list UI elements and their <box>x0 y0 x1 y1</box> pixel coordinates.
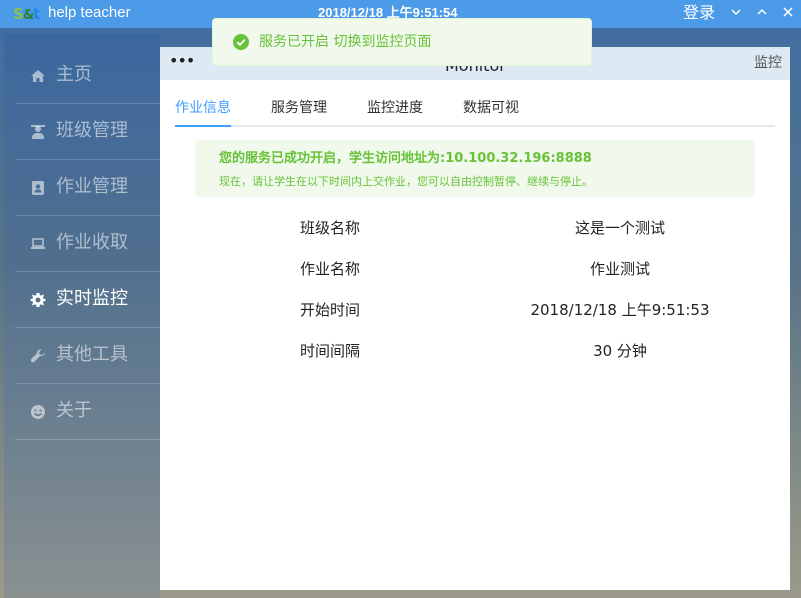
alert-title: 您的服务已成功开启，学生访问地址为:10.100.32.196:8888 <box>219 151 592 166</box>
svg-text:t: t <box>33 5 40 22</box>
alert-description: 现在，请让学生在以下时间内上交作业，您可以自由控制暂停、继续与停止。 <box>219 175 593 188</box>
success-toast: 服务已开启 切换到监控页面 <box>212 18 592 66</box>
close-icon[interactable] <box>781 5 795 19</box>
tab-data-visualization[interactable]: 数据可视 <box>463 99 519 117</box>
app-title: help teacher <box>48 4 131 21</box>
info-row: 班级名称 这是一个测试 <box>160 218 790 242</box>
info-value: 作业测试 <box>589 260 650 278</box>
home-icon <box>30 68 46 84</box>
tab-homework-info[interactable]: 作业信息 <box>175 99 231 117</box>
tab-bar: 作业信息 服务管理 监控进度 数据可视 <box>175 94 775 127</box>
sidebar-item-label: 作业管理 <box>56 176 128 197</box>
chevron-up-icon[interactable] <box>755 5 769 19</box>
info-row: 作业名称 作业测试 <box>160 259 790 283</box>
sidebar-item-home[interactable]: 主页 <box>15 48 160 104</box>
success-alert: 您的服务已成功开启，学生访问地址为:10.100.32.196:8888 现在，… <box>195 140 755 197</box>
sidebar-item-label: 作业收取 <box>56 232 128 253</box>
sidebar-item-label: 关于 <box>56 400 92 421</box>
info-value: 2018/12/18 上午9:51:53 <box>530 301 710 319</box>
tab-monitor-progress[interactable]: 监控进度 <box>367 99 423 117</box>
gear-icon <box>30 292 46 308</box>
login-button[interactable]: 登录 <box>683 3 715 23</box>
info-row: 开始时间 2018/12/18 上午9:51:53 <box>160 300 790 324</box>
teacher-icon <box>30 124 46 140</box>
sidebar-item-realtime-monitor[interactable]: 实时监控 <box>15 272 160 328</box>
sidebar-item-label: 班级管理 <box>56 120 128 141</box>
wrench-icon <box>30 348 46 364</box>
sidebar-item-other-tools[interactable]: 其他工具 <box>15 328 160 384</box>
info-key: 班级名称 <box>299 219 360 237</box>
contact-card-icon <box>30 180 46 196</box>
tab-service-management[interactable]: 服务管理 <box>271 99 327 117</box>
info-key: 时间间隔 <box>299 342 360 360</box>
app-logo: S & t <box>13 5 43 23</box>
info-value: 这是一个测试 <box>574 219 665 237</box>
info-value: 30 分钟 <box>593 342 647 360</box>
sidebar-item-label: 实时监控 <box>56 288 128 309</box>
smile-icon <box>30 404 46 420</box>
sidebar-item-homework-management[interactable]: 作业管理 <box>15 160 160 216</box>
active-tab-indicator <box>175 125 231 127</box>
info-key: 作业名称 <box>299 260 360 278</box>
panel-tag: 监控 <box>754 55 782 71</box>
toast-message: 服务已开启 切换到监控页面 <box>259 34 432 50</box>
sidebar-item-label: 其他工具 <box>56 344 128 365</box>
check-circle-icon <box>233 34 249 50</box>
chevron-down-icon[interactable] <box>729 5 743 19</box>
panel-menu-button[interactable]: ••• <box>169 53 195 69</box>
sidebar-item-about[interactable]: 关于 <box>15 384 160 440</box>
sidebar-item-homework-collection[interactable]: 作业收取 <box>15 216 160 272</box>
monitor-panel: ••• Monitor 监控 作业信息 服务管理 监控进度 数据可视 您的服务已… <box>160 47 790 590</box>
sidebar-item-class-management[interactable]: 班级管理 <box>15 104 160 160</box>
info-key: 开始时间 <box>299 301 360 319</box>
sidebar: 主页 班级管理 作业管理 作业收取 实时监控 其他工具 关于 <box>4 33 160 598</box>
sidebar-item-label: 主页 <box>56 64 92 85</box>
laptop-icon <box>30 236 46 252</box>
info-row: 时间间隔 30 分钟 <box>160 341 790 365</box>
